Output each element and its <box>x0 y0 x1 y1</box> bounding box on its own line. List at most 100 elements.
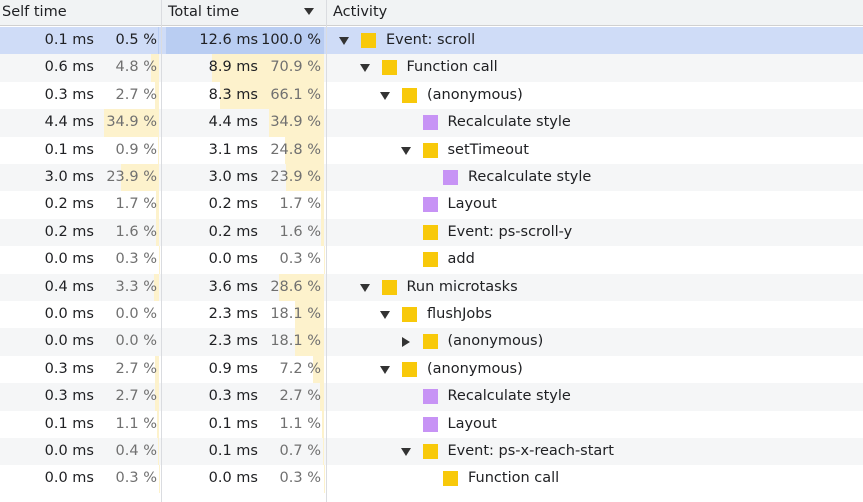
self-time-cell: 0.3 ms 2.7 % <box>0 383 161 411</box>
expand-triangle-icon[interactable] <box>400 448 411 456</box>
tree-row[interactable]: 0.0 ms 0.4 % 0.1 ms 0.7 % Event: ps-x-reach-… <box>0 438 863 466</box>
tree-row[interactable]: 0.0 ms 0.0 % 2.3 ms 18.1 % (anonymous) <box>0 328 863 356</box>
self-time-percent: 34.9 % <box>106 114 157 131</box>
tree-row[interactable]: 0.4 ms 3.3 % 3.6 ms 28.6 % Run microtasks <box>0 273 863 301</box>
total-time-percent: 18.1 % <box>270 306 321 322</box>
activity-label: flushJobs <box>427 306 492 322</box>
activity-label: Event: ps-x-reach-start <box>447 443 614 459</box>
scripting-category-icon <box>422 334 438 350</box>
self-time-bar <box>158 27 159 55</box>
scripting-category-icon <box>381 60 397 76</box>
expand-triangle-icon[interactable] <box>380 311 390 319</box>
tree-row[interactable]: 0.2 ms 1.7 % 0.2 ms 1.7 % Layout <box>0 191 863 219</box>
scripting-category-icon <box>402 307 417 322</box>
tree-row[interactable]: 0.1 ms 0.5 % 12.6 ms 100.0 % Event: scroll <box>0 27 863 55</box>
total-time-value: 3.6 ms <box>208 278 258 295</box>
self-time-bar <box>158 438 159 466</box>
self-time-value: 0.3 ms <box>44 360 94 377</box>
activity-cell: Event: scroll <box>327 27 863 54</box>
column-divider[interactable] <box>326 0 327 502</box>
tree-row[interactable]: 0.3 ms 2.7 % 0.9 ms 7.2 % (anonymous) <box>0 355 863 384</box>
activity-label: Event: ps-scroll-y <box>447 223 573 240</box>
total-time-value: 0.2 ms <box>208 223 258 240</box>
tree-row[interactable]: 0.3 ms 2.7 % 8.3 ms 66.1 % (anonymous) <box>0 81 863 110</box>
sort-descending-icon[interactable] <box>304 8 314 15</box>
total-time-percent: 34.9 % <box>270 114 321 131</box>
activity-cell: Layout <box>327 191 863 218</box>
expand-triangle-icon[interactable] <box>359 64 370 73</box>
activity-cell: Event: ps-x-reach-start <box>327 438 863 465</box>
self-time-value: 0.0 ms <box>44 251 94 268</box>
tree-row[interactable]: 0.6 ms 4.8 % 8.9 ms 70.9 % Function call <box>0 54 863 82</box>
total-time-column-header[interactable]: Total time <box>163 0 326 25</box>
total-time-bar <box>322 410 324 438</box>
activity-label: Function call <box>406 59 498 76</box>
self-time-cell: 0.0 ms 0.0 % <box>0 328 161 355</box>
expand-triangle-icon[interactable] <box>400 146 411 155</box>
tree-row[interactable]: 0.1 ms 0.9 % 3.1 ms 24.8 % setTimeout <box>0 136 863 164</box>
activity-label: Recalculate style <box>468 169 592 185</box>
total-time-value: 0.0 ms <box>208 470 258 487</box>
total-time-value: 12.6 ms <box>199 32 258 48</box>
total-time-bar <box>321 191 324 219</box>
tree-row[interactable]: 0.0 ms 0.0 % 2.3 ms 18.1 % flushJobs <box>0 301 863 329</box>
column-divider[interactable] <box>161 0 162 502</box>
self-time-bar <box>157 136 159 164</box>
activity-cell: Recalculate style <box>327 383 863 410</box>
tree-row[interactable]: 3.0 ms 23.9 % 3.0 ms 23.9 % Recalculate styl… <box>0 164 863 192</box>
total-time-percent: 28.6 % <box>270 278 321 295</box>
activity-column-header[interactable]: Activity <box>327 0 863 25</box>
self-time-percent: 4.8 % <box>115 59 157 76</box>
scripting-category-icon <box>402 87 417 103</box>
total-time-value: 2.3 ms <box>208 333 258 350</box>
total-time-cell: 4.4 ms 34.9 % <box>162 109 326 137</box>
rendering-category-icon <box>422 197 438 213</box>
self-time-cell: 0.3 ms 2.7 % <box>0 81 161 110</box>
self-time-cell: 3.0 ms 23.9 % <box>0 164 161 192</box>
expand-triangle-icon[interactable] <box>339 37 349 45</box>
tree-row[interactable]: 0.3 ms 2.7 % 0.3 ms 2.7 % Recalculate style <box>0 383 863 411</box>
activity-label: Run microtasks <box>406 278 518 295</box>
self-time-percent: 23.9 % <box>106 169 157 185</box>
total-time-value: 0.9 ms <box>208 360 258 377</box>
self-time-percent: 2.7 % <box>115 388 157 405</box>
activity-cell: Recalculate style <box>327 109 863 136</box>
tree-row[interactable]: 0.1 ms 1.1 % 0.1 ms 1.1 % Layout <box>0 410 863 438</box>
grid-header: Self time Total time Activity <box>0 0 863 26</box>
self-time-value: 0.0 ms <box>44 306 94 322</box>
total-time-bar <box>321 218 324 247</box>
self-time-cell: 0.2 ms 1.7 % <box>0 191 161 219</box>
total-time-value: 0.0 ms <box>208 251 258 268</box>
total-time-percent: 1.7 % <box>279 196 321 213</box>
collapse-triangle-icon[interactable] <box>401 337 410 348</box>
rendering-category-icon <box>422 389 438 405</box>
self-time-cell: 0.3 ms 2.7 % <box>0 355 161 384</box>
rendering-category-icon <box>443 170 458 185</box>
total-time-percent: 66.1 % <box>270 86 321 103</box>
expand-triangle-icon[interactable] <box>380 91 390 100</box>
self-time-percent: 1.7 % <box>115 196 157 213</box>
total-time-percent: 23.9 % <box>270 169 321 185</box>
scripting-category-icon <box>422 252 438 268</box>
total-time-percent: 18.1 % <box>270 333 321 350</box>
total-time-value: 8.3 ms <box>208 86 258 103</box>
tree-row[interactable]: 0.0 ms 0.3 % 0.0 ms 0.3 % add <box>0 246 863 274</box>
total-time-cell: 0.1 ms 0.7 % <box>162 438 326 466</box>
total-time-cell: 0.0 ms 0.3 % <box>162 246 326 274</box>
total-time-percent: 0.3 % <box>279 251 321 268</box>
self-time-cell: 0.4 ms 3.3 % <box>0 273 161 301</box>
activity-cell: Recalculate style <box>327 164 863 191</box>
expand-triangle-icon[interactable] <box>359 283 370 292</box>
expand-triangle-icon[interactable] <box>380 365 390 374</box>
self-time-value: 0.6 ms <box>44 59 94 76</box>
total-time-value: 8.9 ms <box>208 59 258 76</box>
tree-row[interactable]: 4.4 ms 34.9 % 4.4 ms 34.9 % Recalculate styl… <box>0 109 863 137</box>
tree-row[interactable]: 0.0 ms 0.3 % 0.0 ms 0.3 % Function call <box>0 465 863 493</box>
self-time-value: 4.4 ms <box>44 114 94 131</box>
self-time-value: 0.0 ms <box>44 470 94 487</box>
total-time-cell: 2.3 ms 18.1 % <box>162 301 326 329</box>
total-time-percent: 0.3 % <box>279 470 321 487</box>
tree-row[interactable]: 0.2 ms 1.6 % 0.2 ms 1.6 % Event: ps-scroll-y <box>0 218 863 247</box>
self-time-column-header[interactable]: Self time <box>0 0 161 25</box>
self-time-cell: 0.1 ms 0.5 % <box>0 27 161 55</box>
